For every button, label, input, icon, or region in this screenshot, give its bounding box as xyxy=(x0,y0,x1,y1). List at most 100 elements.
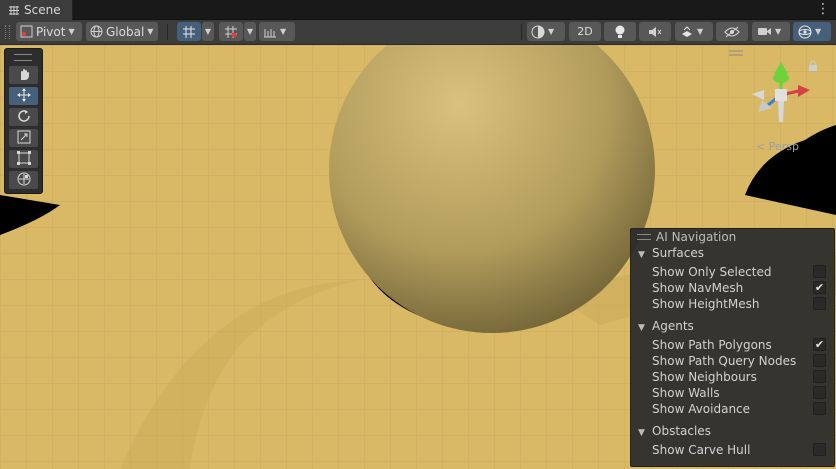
toolbar-separator xyxy=(167,24,168,40)
toolbar-grip-icon xyxy=(5,25,10,39)
gizmos-icon xyxy=(798,25,812,39)
section-label: Surfaces xyxy=(652,246,704,260)
show-neighbours-checkbox[interactable] xyxy=(813,370,826,383)
foldout-down-icon: ▼ xyxy=(638,323,645,333)
hand-tool-icon xyxy=(17,67,31,84)
effects-icon xyxy=(680,25,694,39)
chevron-down-icon: ▼ xyxy=(775,27,782,36)
increment-snap-toggle[interactable] xyxy=(219,22,243,41)
rotate-tool-icon xyxy=(17,109,31,126)
option-label: Show HeightMesh xyxy=(652,297,760,311)
foldout-down-icon: ▼ xyxy=(638,250,645,260)
show-heightmesh-checkbox[interactable] xyxy=(813,297,826,310)
audio-toggle[interactable] xyxy=(639,22,671,41)
grid-snap-toggle[interactable] xyxy=(177,22,201,41)
checkmark-icon: ✔ xyxy=(814,338,825,351)
2d-mode-button[interactable]: 2D xyxy=(569,22,601,41)
transform-tool-icon xyxy=(17,172,31,189)
section-surfaces[interactable]: ▼ Surfaces xyxy=(638,246,704,260)
gizmos-dropdown[interactable]: ▼ xyxy=(793,22,831,41)
show-only-selected-checkbox[interactable] xyxy=(813,265,826,278)
window-tab-bar: Scene ⋮ xyxy=(0,0,836,20)
section-obstacles[interactable]: ▼ Obstacles xyxy=(638,424,711,438)
option-label: Show NavMesh xyxy=(652,281,744,295)
shading-mode-icon xyxy=(531,25,545,39)
increment-snap-icon xyxy=(224,25,238,39)
chevron-down-icon: ▼ xyxy=(147,27,154,36)
camera-icon xyxy=(757,26,772,37)
projection-text: Persp xyxy=(768,140,799,153)
show-carve-hull-checkbox[interactable] xyxy=(813,443,826,456)
chevron-down-icon: ▼ xyxy=(246,27,254,36)
global-dropdown[interactable]: Global ▼ xyxy=(86,22,158,41)
section-label: Obstacles xyxy=(652,424,711,438)
option-label: Show Only Selected xyxy=(652,265,772,279)
move-tool-button[interactable] xyxy=(9,87,38,105)
show-path-query-nodes-checkbox[interactable] xyxy=(813,354,826,367)
option-label: Show Path Polygons xyxy=(652,338,772,352)
grid-snap-dropdown[interactable]: ▼ xyxy=(202,22,214,41)
option-label: Show Carve Hull xyxy=(652,443,751,457)
pivot-icon xyxy=(20,25,33,38)
kebab-menu-icon[interactable]: ⋮ xyxy=(816,0,830,19)
lock-icon[interactable] xyxy=(808,60,818,71)
ai-navigation-panel: AI Navigation ▼ Surfaces Show Only Select… xyxy=(630,228,835,467)
projection-label[interactable]: < Persp xyxy=(756,140,799,153)
shading-mode-dropdown[interactable]: ▼ xyxy=(527,22,565,41)
scene-visibility-toggle[interactable] xyxy=(716,22,748,41)
section-agents[interactable]: ▼ Agents xyxy=(638,319,694,333)
show-walls-checkbox[interactable] xyxy=(813,386,826,399)
audio-mute-icon xyxy=(648,26,662,38)
panel-title: AI Navigation xyxy=(656,230,737,244)
chevron-down-icon: ▼ xyxy=(697,27,704,36)
scene-grid-icon xyxy=(8,5,20,16)
tab-scene[interactable]: Scene xyxy=(0,0,73,20)
chevron-down-icon: ▼ xyxy=(204,27,212,36)
scale-tool-icon xyxy=(17,130,31,147)
option-label: Show Avoidance xyxy=(652,402,751,416)
checkmark-icon: ✔ xyxy=(814,281,825,294)
show-path-polygons-checkbox[interactable]: ✔ xyxy=(813,338,826,351)
scale-tool-button[interactable] xyxy=(9,129,38,147)
increment-snap-dropdown[interactable]: ▼ xyxy=(244,22,256,41)
scene-toolbar: Pivot ▼ Global ▼ ▼ ▼ ▼ ▼ 2D ▼ ▼ ▼ xyxy=(0,20,836,45)
panel-header[interactable]: AI Navigation xyxy=(631,229,834,245)
option-label: Show Walls xyxy=(652,386,720,400)
lighting-toggle[interactable] xyxy=(604,22,636,41)
section-label: Agents xyxy=(652,319,694,333)
visibility-icon xyxy=(724,26,740,38)
hand-tool-button[interactable] xyxy=(9,66,38,84)
orientation-gizmo[interactable] xyxy=(748,60,814,130)
show-navmesh-checkbox[interactable]: ✔ xyxy=(813,281,826,294)
grid-snap-icon xyxy=(182,25,196,39)
camera-dropdown[interactable]: ▼ xyxy=(752,22,790,41)
transform-tool-button[interactable] xyxy=(9,171,38,189)
pivot-dropdown[interactable]: Pivot ▼ xyxy=(16,22,82,41)
chevron-down-icon: ▼ xyxy=(815,27,822,36)
tools-overlay xyxy=(4,48,43,194)
gizmo-grip-icon xyxy=(729,50,743,56)
option-label: Show Neighbours xyxy=(652,370,757,384)
ruler-dropdown[interactable]: ▼ xyxy=(259,22,295,41)
foldout-down-icon: ▼ xyxy=(638,428,645,438)
toolbar-separator xyxy=(521,24,522,40)
ruler-icon xyxy=(263,26,277,38)
pivot-label: Pivot xyxy=(36,24,66,39)
option-label: Show Path Query Nodes xyxy=(652,354,797,368)
overlay-grip-icon[interactable] xyxy=(14,54,32,61)
rect-tool-icon xyxy=(16,150,31,168)
2d-mode-label: 2D xyxy=(577,25,593,38)
effects-dropdown[interactable]: ▼ xyxy=(675,22,713,41)
tab-label: Scene xyxy=(24,3,61,17)
rect-tool-button[interactable] xyxy=(9,150,38,168)
global-label: Global xyxy=(106,24,145,39)
lighting-icon xyxy=(614,25,626,39)
chevron-down-icon: ▼ xyxy=(280,27,287,36)
panel-grip-icon[interactable] xyxy=(637,234,651,240)
chevron-down-icon: ▼ xyxy=(548,27,555,36)
show-avoidance-checkbox[interactable] xyxy=(813,402,826,415)
rotate-tool-button[interactable] xyxy=(9,108,38,126)
global-icon xyxy=(90,25,103,38)
chevron-down-icon: ▼ xyxy=(68,27,75,36)
move-tool-icon xyxy=(16,87,31,105)
